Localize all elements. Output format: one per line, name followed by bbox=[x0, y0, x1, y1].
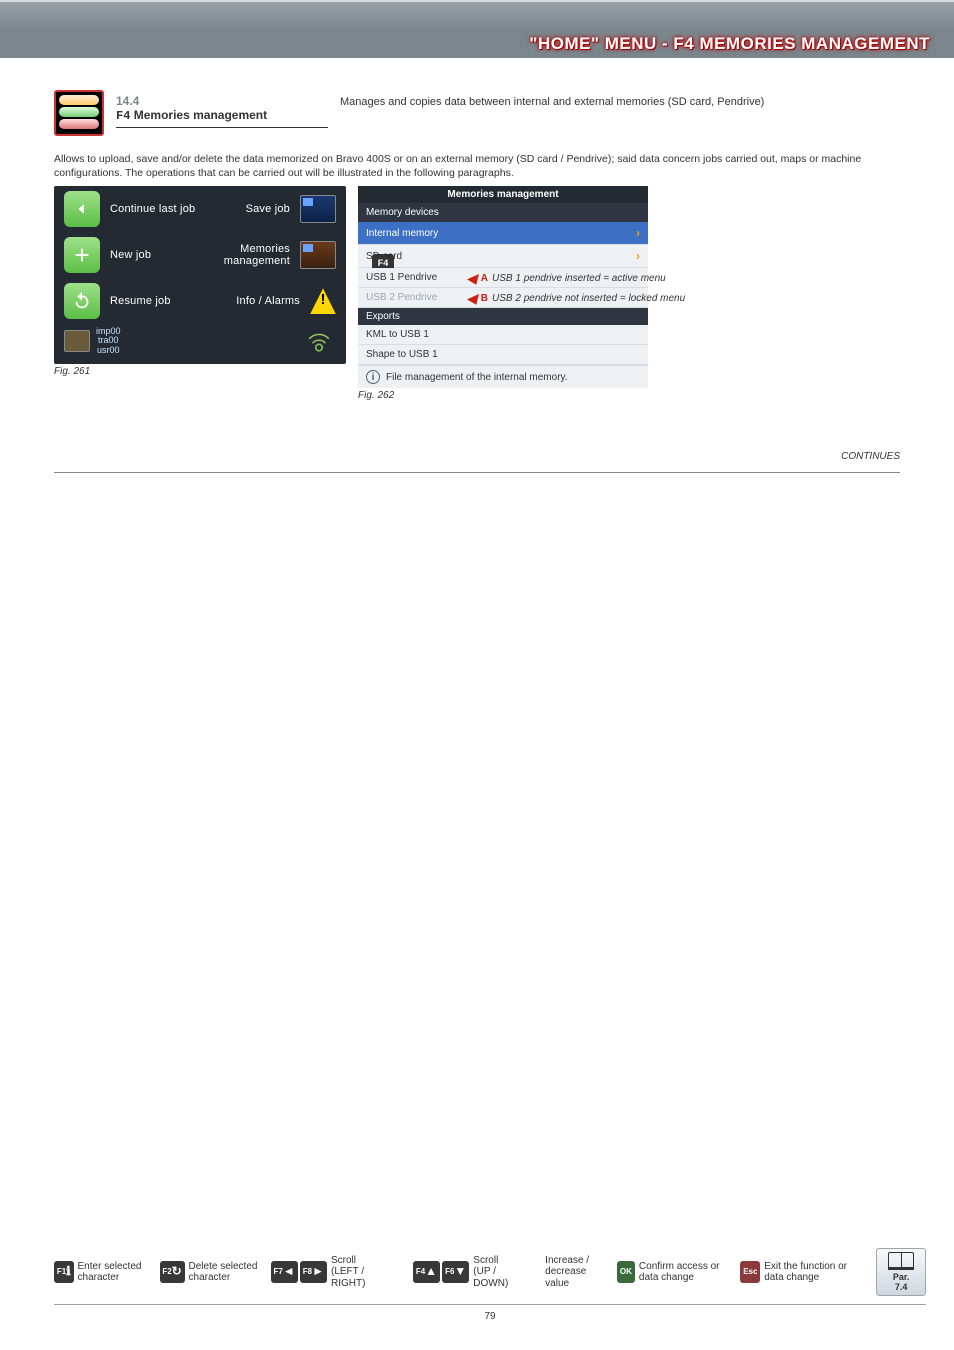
f1-key-label: Enter selected character bbox=[78, 1261, 148, 1284]
mm-internal-memory: Internal memory› bbox=[358, 222, 648, 245]
fig262-screenshot: Memories management Memory devices Inter… bbox=[358, 186, 648, 388]
arrow-left-icon: ◀ bbox=[466, 270, 477, 287]
reference-box: Par. 7.4 bbox=[876, 1248, 926, 1296]
save-job-label: Save job bbox=[246, 203, 290, 215]
info-alarms-label: Info / Alarms bbox=[236, 295, 300, 307]
mm-kml: KML to USB 1 bbox=[358, 325, 648, 345]
mm-shape: Shape to USB 1 bbox=[358, 345, 648, 365]
resume-job-label: Resume job bbox=[110, 295, 171, 307]
f4-key-icon: F4▲ bbox=[413, 1261, 440, 1283]
continue-job-label: Continue last job bbox=[110, 203, 195, 215]
device-code: imp00 tra00 usr00 bbox=[96, 327, 121, 357]
chevron-right-icon: › bbox=[636, 226, 640, 240]
esc-key-label: Exit the function or data change bbox=[764, 1261, 864, 1284]
book-icon bbox=[888, 1252, 914, 1270]
f7-key-icon: F7◄ bbox=[271, 1261, 298, 1283]
section-description: Manages and copies data between internal… bbox=[340, 96, 900, 108]
f1-key-icon: F1ℹ bbox=[54, 1261, 74, 1283]
mm-info-bar: i File management of the internal memory… bbox=[358, 365, 648, 388]
continue-job-icon bbox=[64, 191, 100, 227]
incdec-label: Increase / decrease value bbox=[545, 1255, 605, 1290]
intro-paragraph: Allows to upload, save and/or delete the… bbox=[54, 152, 900, 180]
note-a-letter: A bbox=[481, 273, 488, 284]
f2-key-icon: F2↻ bbox=[160, 1261, 185, 1283]
arrow-left-icon: ◀ bbox=[466, 290, 477, 307]
save-job-icon bbox=[300, 195, 336, 223]
header-strip: "HOME" MENU - F4 MEMORIES MANAGEMENT bbox=[0, 30, 954, 58]
section-name: F4 Memories management bbox=[116, 108, 320, 123]
satellite-icon bbox=[302, 326, 336, 356]
resume-job-icon bbox=[64, 283, 100, 319]
note-b-letter: B bbox=[481, 293, 488, 304]
f8-key-icon: F8► bbox=[300, 1261, 327, 1283]
fig262-label: Fig. 262 bbox=[358, 390, 648, 401]
new-job-icon bbox=[64, 237, 100, 273]
info-alarms-icon bbox=[310, 288, 336, 314]
header-title: "HOME" MENU - F4 MEMORIES MANAGEMENT bbox=[529, 34, 930, 53]
memories-mgmt-icon bbox=[300, 241, 336, 269]
page-number: 79 bbox=[54, 1311, 926, 1322]
divider bbox=[54, 472, 900, 473]
footer-divider bbox=[54, 1304, 926, 1305]
mm-memory-devices-header: Memory devices bbox=[358, 203, 648, 222]
scroll-ud-label: Scroll (UP / DOWN) bbox=[473, 1255, 533, 1290]
section-titles: 14.4 F4 Memories management bbox=[116, 90, 328, 128]
ok-key-label: Confirm access or data change bbox=[639, 1261, 729, 1284]
mm-title: Memories management bbox=[358, 186, 648, 203]
note-b-text: USB 2 pendrive not inserted = locked men… bbox=[492, 293, 685, 304]
esc-key-icon: Esc bbox=[740, 1261, 760, 1283]
continues-label: CONTINUES bbox=[54, 451, 900, 462]
ok-key-icon: OK bbox=[617, 1261, 635, 1283]
fig261-screenshot: Continue last job Save job New job Memor… bbox=[54, 186, 346, 364]
info-icon: i bbox=[366, 370, 380, 384]
section-thumbnail-icon bbox=[54, 90, 104, 136]
chevron-right-icon: › bbox=[636, 249, 640, 263]
f6-key-icon: F6▼ bbox=[442, 1261, 469, 1283]
mm-exports-header: Exports bbox=[358, 308, 648, 325]
device-icon bbox=[64, 330, 90, 352]
scroll-lr-label: Scroll (LEFT / RIGHT) bbox=[331, 1255, 401, 1290]
fig261-label: Fig. 261 bbox=[54, 366, 346, 377]
section-number: 14.4 bbox=[116, 94, 320, 108]
new-job-label: New job bbox=[110, 249, 151, 261]
footer-key-legend: F1ℹ Enter selected character F2↻ Delete … bbox=[54, 1248, 926, 1322]
memories-mgmt-label: Memories management bbox=[224, 243, 290, 267]
note-a-text: USB 1 pendrive inserted = active menu bbox=[492, 273, 666, 284]
f2-key-label: Delete selected character bbox=[189, 1261, 259, 1284]
reference-par: Par. 7.4 bbox=[893, 1272, 910, 1293]
top-bar bbox=[0, 0, 954, 30]
mm-sd-card: SD card› bbox=[358, 245, 648, 268]
